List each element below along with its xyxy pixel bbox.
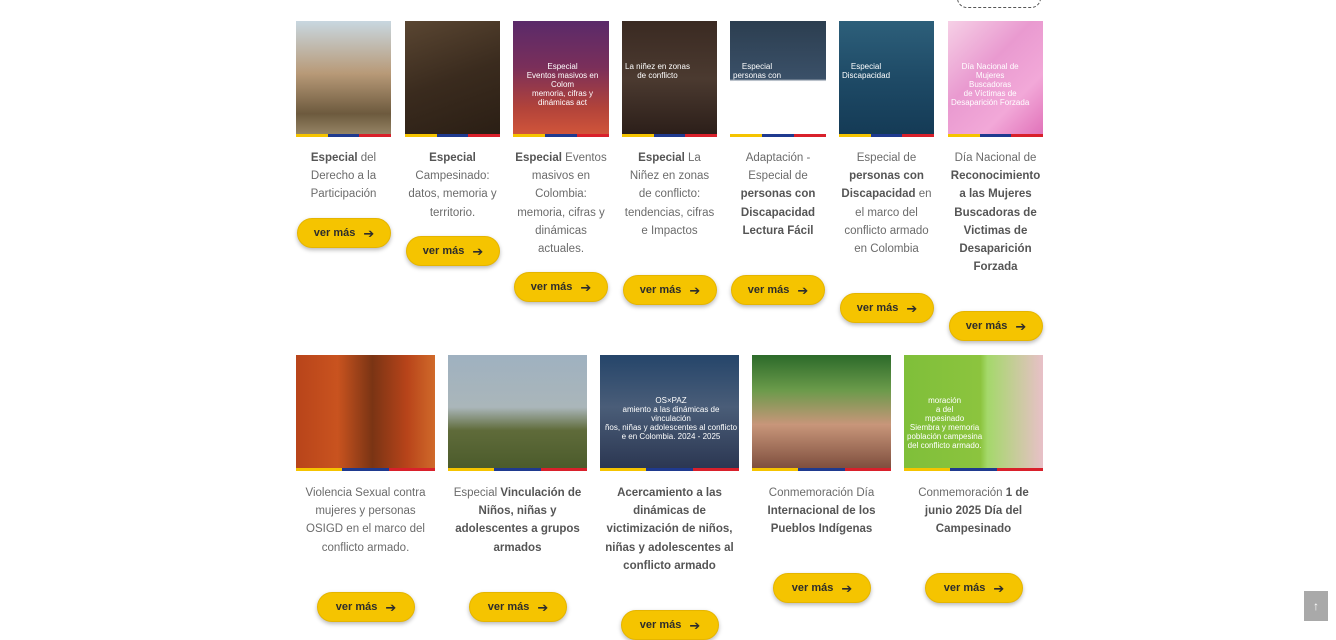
card-image[interactable] (752, 355, 891, 471)
ver-mas-button[interactable]: ver más ➔ (773, 573, 871, 603)
ver-mas-label: ver más (639, 619, 682, 631)
card-dia-campesinado: moración a del mpesinado Siembra y memoria p… (904, 0, 1043, 634)
card-caption: Conmemoración Día Internacional de los P… (767, 487, 876, 536)
card-pueblos-indigenas: Conmemoración Día Internacional de los P… (752, 0, 891, 634)
overlay-line: Siembra y memoria (909, 423, 980, 432)
scroll-to-top-button[interactable]: ↑ (1304, 591, 1328, 621)
card-image[interactable]: OS×PAZ amiento a las dinámicas de vincula… (600, 355, 739, 471)
ver-mas-button[interactable]: ver más ➔ (469, 592, 567, 622)
image-overlay-text: OS×PAZ amiento a las dinámicas de vincula… (603, 396, 739, 441)
arrow-right-icon: ➔ (537, 599, 549, 615)
ver-mas-label: ver más (791, 582, 834, 594)
overlay-line: moración (928, 396, 962, 405)
ver-mas-label: ver más (943, 582, 986, 594)
overlay-line: a del (935, 405, 954, 414)
card-caption: Acercamiento a las dinámicas de victimiz… (605, 487, 734, 572)
overlay-line: e en Colombia. 2024 - 2025 (621, 432, 721, 441)
overlay-line: OS×PAZ (655, 396, 687, 405)
card-caption: Especial Vinculación de Niños, niñas y a… (453, 487, 582, 554)
ver-mas-button[interactable]: ver más ➔ (317, 592, 415, 622)
overlay-line: población campesina (907, 432, 983, 441)
ver-mas-button[interactable]: ver más ➔ (925, 573, 1023, 603)
card-image[interactable] (296, 355, 435, 471)
overlay-line: del conflicto armado. (907, 441, 982, 450)
overlay-line: mpesinado (925, 414, 965, 423)
card-caption: Violencia Sexual contra mujeres y person… (305, 487, 426, 554)
overlay-line: amiento a las dinámicas de vinculación (622, 405, 720, 423)
ver-mas-label: ver más (487, 601, 530, 613)
ver-mas-label: ver más (335, 601, 378, 613)
image-overlay-text: moración a del mpesinado Siembra y memoria p… (907, 396, 982, 450)
arrow-right-icon: ➔ (689, 617, 701, 633)
card-image[interactable]: moración a del mpesinado Siembra y memoria p… (904, 355, 1043, 471)
arrow-right-icon: ➔ (841, 580, 853, 596)
card-image[interactable] (448, 355, 587, 471)
card-caption: Conmemoración 1 de junio 2025 Día del Ca… (918, 487, 1029, 536)
arrow-right-icon: ➔ (385, 599, 397, 615)
overlay-line: ños, niñas y adolescentes al conflicto (604, 423, 738, 432)
ver-mas-button[interactable]: ver más ➔ (621, 610, 719, 640)
card-violencia-sexual: Violencia Sexual contra mujeres y person… (296, 0, 435, 634)
card-acercamiento-dinamicas: OS×PAZ amiento a las dinámicas de vincula… (600, 0, 739, 640)
card-vinculacion-ninos: Especial Vinculación de Niños, niñas y a… (448, 0, 587, 634)
arrow-right-icon: ➔ (993, 580, 1005, 596)
arrow-up-icon: ↑ (1313, 599, 1319, 613)
